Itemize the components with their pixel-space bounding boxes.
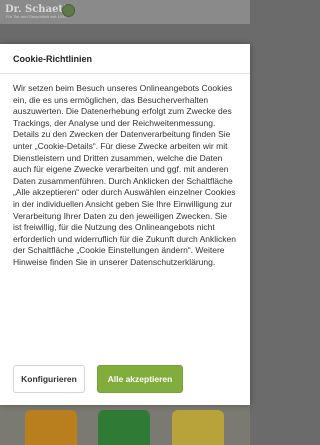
site-logo[interactable]: Dr. Schaette Für Tier und Gesundheit sei… — [3, 2, 113, 22]
cookie-consent-dialog: Cookie-Richtlinien Wir setzen beim Besuc… — [0, 44, 250, 405]
logo-emblem-icon — [62, 4, 75, 17]
cookie-dialog-title: Cookie-Richtlinien — [13, 53, 93, 64]
logo-subtitle: Für Tier und Gesundheit seit 1930 — [6, 14, 67, 19]
product-bucket-orange — [25, 410, 77, 445]
cookie-dialog-actions: Konfigurieren Alle akzeptieren — [13, 365, 183, 393]
cookie-dialog-text: Wir setzen beim Besuch unseres Onlineang… — [13, 83, 236, 267]
configure-button[interactable]: Konfigurieren — [13, 365, 85, 393]
cookie-dialog-header: Cookie-Richtlinien — [0, 44, 250, 74]
page-header: Dr. Schaette Für Tier und Gesundheit sei… — [0, 0, 250, 24]
accept-all-button[interactable]: Alle akzeptieren — [97, 365, 183, 393]
product-bucket-yellow — [172, 410, 224, 445]
product-bucket-green — [98, 410, 150, 445]
